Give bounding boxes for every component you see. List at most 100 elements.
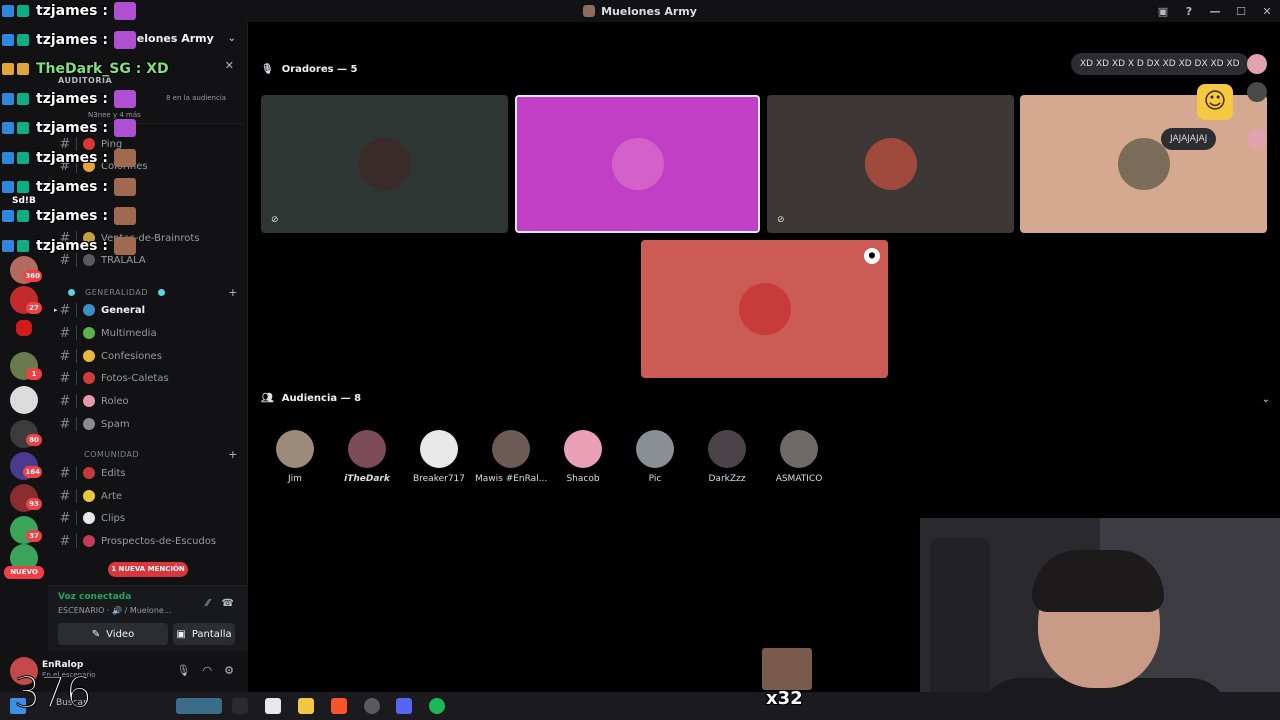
new-mention-pill[interactable]: 1 NUEVA MENCIÓN <box>108 562 188 577</box>
user-controls: 🎙︎ ◠ ⚙ <box>177 664 234 677</box>
inbox-icon[interactable]: ▣ <box>1150 5 1176 18</box>
chat-user: tzjames : <box>36 32 108 48</box>
app-icon[interactable] <box>364 698 380 714</box>
audience-member[interactable]: Jim <box>259 430 331 484</box>
headphones-icon[interactable]: ◠ <box>203 664 213 677</box>
folder-icon[interactable] <box>298 698 314 714</box>
chat-user: tzjames : <box>36 91 108 107</box>
hash-icon: # <box>59 302 71 318</box>
avatar <box>1117 138 1170 190</box>
channel-prospectos[interactable]: # Prospectos-de-Escudos <box>56 531 242 551</box>
chat-message: tzjames : <box>2 206 136 226</box>
audience-member[interactable]: Pic <box>619 430 691 484</box>
add-channel-icon[interactable]: + <box>228 286 238 299</box>
window-controls: ▣ ? — ☐ ✕ <box>1150 0 1280 22</box>
emote-icon <box>113 119 136 137</box>
hash-icon: # <box>59 370 71 386</box>
shield-icon <box>83 535 95 547</box>
maximize-button[interactable]: ☐ <box>1228 5 1254 18</box>
stream-chat-overlay: tzjames : tzjames : TheDark_SG : XD tzja… <box>0 0 260 260</box>
chat-user: tzjames : <box>36 208 108 224</box>
audience-member[interactable]: iTheDark <box>331 430 403 484</box>
badge-icon <box>17 181 29 193</box>
chevron-down-icon[interactable]: ⌄ <box>1262 394 1270 405</box>
app-root: Muelones Army ▣ ? — ☐ ✕ 360 27 1 80 164 … <box>0 0 1280 720</box>
emote-icon <box>113 31 136 49</box>
globe-icon <box>83 304 95 316</box>
mic-muted-icon: ⊘ <box>777 215 785 225</box>
webcam-overlay <box>920 518 1280 720</box>
help-icon[interactable]: ? <box>1176 5 1202 18</box>
channel-arte[interactable]: # Arte <box>56 486 242 506</box>
avatar <box>611 138 664 190</box>
chat-message: tzjames : <box>2 148 136 168</box>
category-name: COMUNIDAD <box>84 449 140 459</box>
speaker-tile[interactable]: ⬢ <box>641 240 888 378</box>
emoji-icon <box>83 467 95 479</box>
audience-member[interactable]: Shacob <box>547 430 619 484</box>
disconnect-icon[interactable]: ☎ <box>222 598 234 609</box>
badge-icon <box>2 210 14 222</box>
audience-member[interactable]: Mawis #EnRal... <box>475 430 547 484</box>
task-view-icon[interactable] <box>232 698 248 714</box>
brave-browser-icon[interactable] <box>331 698 347 714</box>
channel-roleo[interactable]: # Roleo <box>56 391 242 411</box>
member-name: Pic <box>648 474 662 484</box>
taskbar: Buscar <box>0 692 1280 720</box>
emoji-icon <box>83 418 95 430</box>
minimize-button[interactable]: — <box>1202 5 1228 18</box>
hash-icon: # <box>59 416 71 432</box>
hash-icon: # <box>59 488 71 504</box>
spotify-icon[interactable] <box>429 698 445 714</box>
speaker-tile[interactable]: ⊘ <box>261 95 508 233</box>
badge-icon <box>2 152 14 164</box>
youtube-icon[interactable] <box>16 320 32 336</box>
channel-spam[interactable]: # Spam <box>56 414 242 434</box>
chat-message: tzjames : <box>2 118 136 138</box>
badge-icon <box>17 122 29 134</box>
chat-user: tzjames : <box>36 179 108 195</box>
speaker-tile[interactable]: ⊘ <box>767 95 1014 233</box>
speaker-tile[interactable] <box>515 95 760 233</box>
member-name: DarkZzz <box>708 474 746 484</box>
badge-icon <box>17 34 29 46</box>
channel-multimedia[interactable]: # Multimedia <box>56 323 242 343</box>
channel-name: Fotos-Caletas <box>101 372 169 384</box>
channel-edits[interactable]: # Edits <box>56 463 242 483</box>
emote-combo-image <box>762 648 812 690</box>
discord-icon[interactable] <box>396 698 412 714</box>
audience-member[interactable]: Breaker717 <box>403 430 475 484</box>
server-icon[interactable] <box>10 386 38 414</box>
video-button[interactable]: ✎ Video <box>58 623 168 645</box>
server-icon <box>583 5 596 17</box>
mention-badge: 164 <box>23 466 42 478</box>
category-comunidad[interactable]: COMUNIDAD + <box>56 446 242 462</box>
close-button[interactable]: ✕ <box>1254 5 1280 18</box>
mic-icon[interactable]: 🎙︎ <box>177 664 191 677</box>
audience-member[interactable]: ASMATICO <box>763 430 835 484</box>
badge-icon <box>17 93 29 105</box>
avatar <box>492 430 530 468</box>
camera-icon: ✎ <box>91 628 101 640</box>
window-title: Muelones Army <box>601 4 697 18</box>
screen-share-button[interactable]: ▣ Pantalla <box>173 623 235 645</box>
channel-general[interactable]: ▸ # General <box>54 300 242 320</box>
reaction-message: JAJAJAJAJ <box>1161 128 1217 150</box>
channel-clips[interactable]: # Clips <box>56 508 242 528</box>
weather-widget-icon[interactable] <box>176 698 222 714</box>
badge-icon <box>2 34 14 46</box>
channel-fotos-caletas[interactable]: # Fotos-Caletas <box>56 368 242 388</box>
noise-suppression-icon[interactable]: ⁄⁄ <box>206 598 209 609</box>
store-icon[interactable] <box>265 698 281 714</box>
voice-channel[interactable]: ESCENARIO · 🔊 / Muelone... <box>58 606 171 615</box>
hash-icon: # <box>59 348 71 364</box>
eye-icon <box>83 512 95 524</box>
add-channel-icon[interactable]: + <box>228 448 238 461</box>
gear-icon[interactable]: ⚙ <box>224 664 234 677</box>
channel-confesiones[interactable]: # Confesiones <box>56 346 242 366</box>
chat-user: tzjames : <box>36 120 108 136</box>
category-generalidad[interactable]: GENERALIDAD + <box>56 284 242 300</box>
moderator-icon: ⬢ <box>864 248 880 264</box>
audience-member[interactable]: DarkZzz <box>691 430 763 484</box>
mention-badge: 93 <box>26 498 42 510</box>
